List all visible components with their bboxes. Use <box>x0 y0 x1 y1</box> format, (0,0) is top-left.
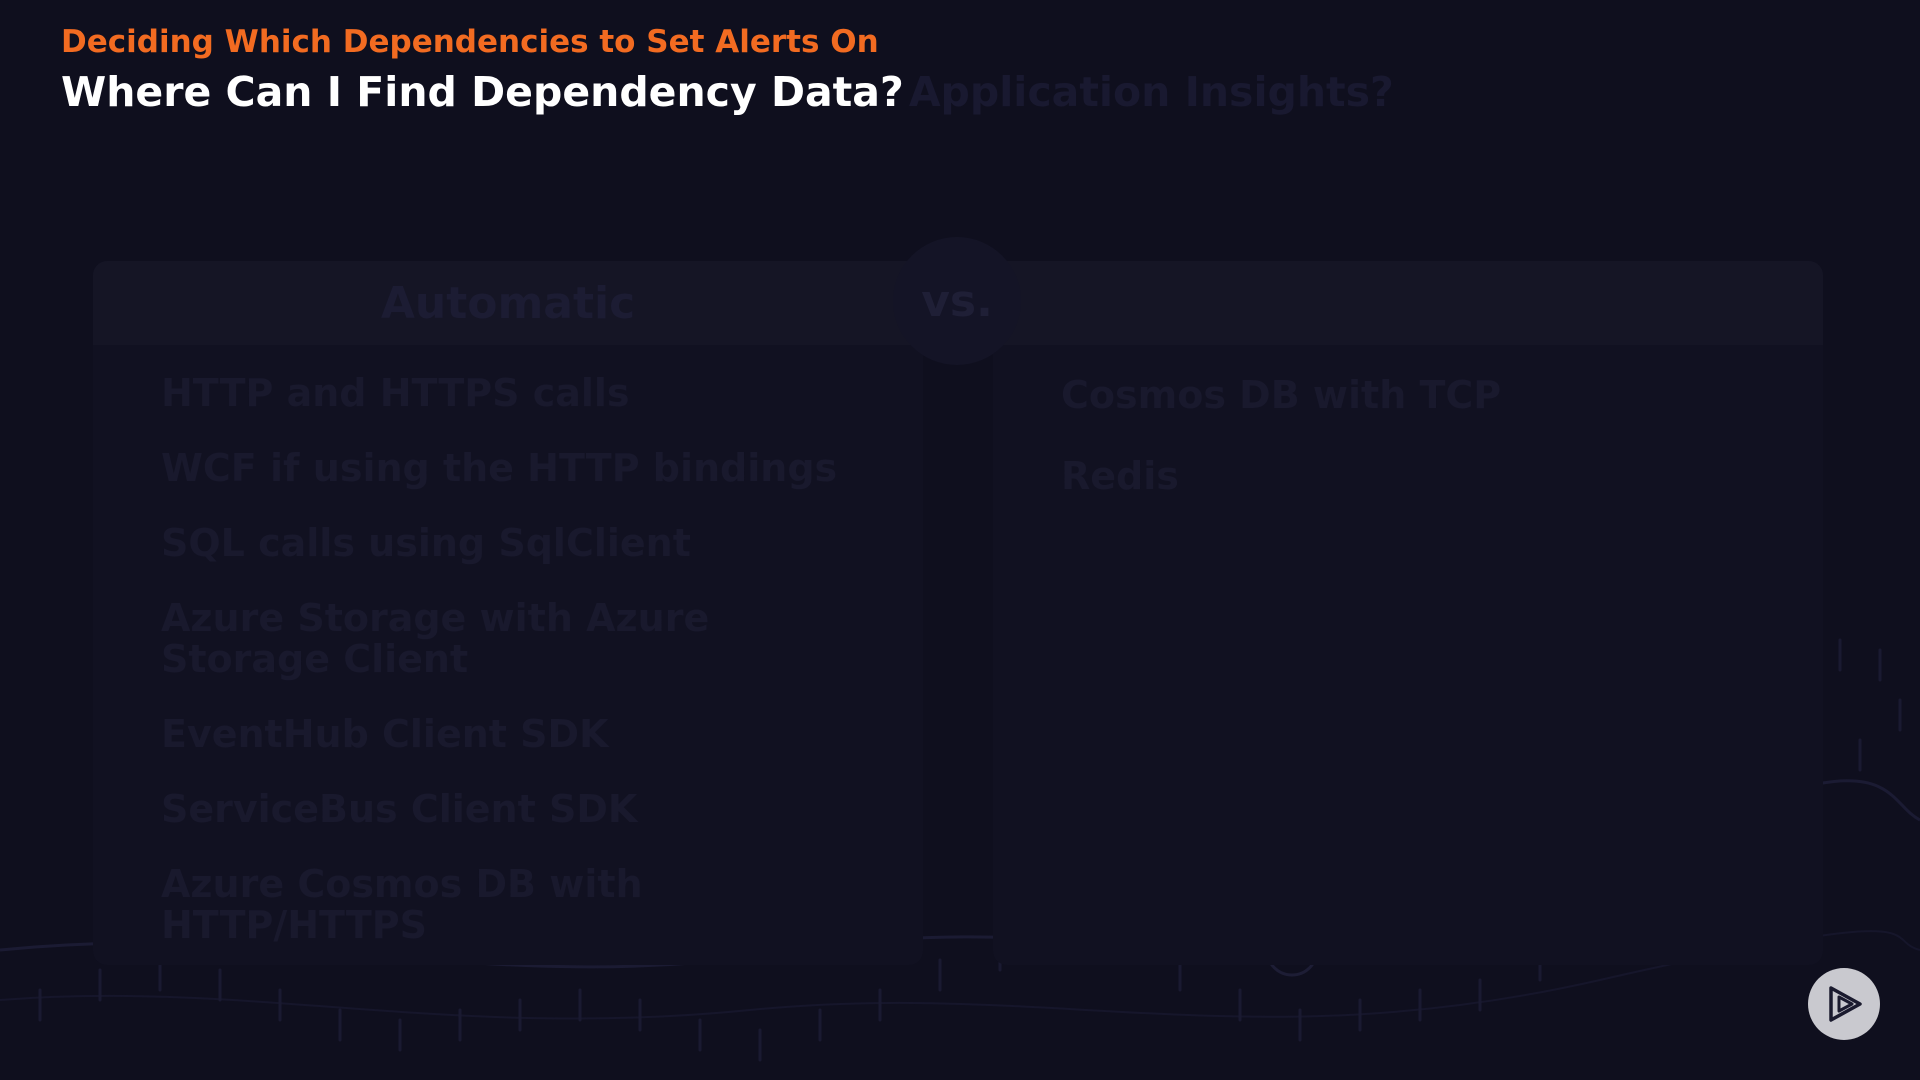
page-title: Where Can I Find Dependency Data? <box>61 68 904 116</box>
list-item: Azure Storage with Azure Storage Client <box>161 596 710 681</box>
list-item: Azure Cosmos DB with HTTP/HTTPS <box>161 862 643 947</box>
automatic-panel-header: Automatic <box>93 261 923 345</box>
automatic-list: HTTP and HTTPS calls WCF if using the HT… <box>93 345 923 946</box>
list-item: ServiceBus Client SDK <box>161 787 638 831</box>
manual-panel-header <box>993 261 1823 345</box>
list-item: EventHub Client SDK <box>161 712 609 756</box>
list-item: HTTP and HTTPS calls <box>161 371 630 415</box>
play-logo-icon <box>1829 986 1862 1022</box>
manual-panel: Cosmos DB with TCP Redis <box>993 261 1823 965</box>
list-item: SQL calls using SqlClient <box>161 521 691 565</box>
play-button[interactable] <box>1808 968 1880 1040</box>
vs-badge: vs. <box>893 237 1021 365</box>
slide: Deciding Which Dependencies to Set Alert… <box>0 0 1920 1080</box>
list-item: Cosmos DB with TCP <box>1061 373 1502 417</box>
faded-title-remnant: Application Insights? <box>908 68 1394 116</box>
title-row: Where Can I Find Dependency Data? Applic… <box>61 68 1394 116</box>
manual-list: Cosmos DB with TCP Redis <box>993 345 1823 497</box>
section-subtitle: Deciding Which Dependencies to Set Alert… <box>61 24 879 60</box>
list-item: Redis <box>1061 454 1179 498</box>
list-item: WCF if using the HTTP bindings <box>161 446 838 490</box>
automatic-panel: Automatic HTTP and HTTPS calls WCF if us… <box>93 261 923 965</box>
